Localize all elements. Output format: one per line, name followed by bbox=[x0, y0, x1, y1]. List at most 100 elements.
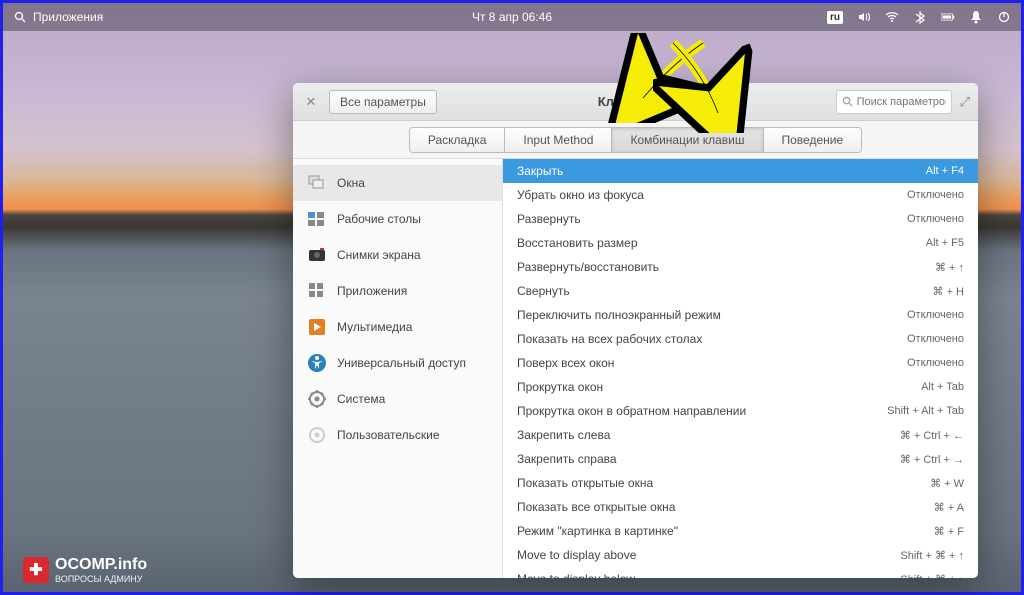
shortcut-key: Alt + F4 bbox=[926, 165, 964, 177]
category-sidebar: Окна Рабочие столы Снимки экрана Приложения… bbox=[293, 159, 503, 578]
shortcut-key: Shift + ⌘ + ↓ bbox=[900, 573, 964, 579]
shortcut-row[interactable]: Показать все открытые окна ⌘ + A bbox=[503, 495, 978, 519]
shortcut-label: Закрепить справа bbox=[517, 452, 617, 466]
shortcut-row[interactable]: Закрепить слева⌘ + Ctrl + ← bbox=[503, 423, 978, 447]
shortcut-label: Move to display below bbox=[517, 572, 635, 578]
shortcut-row[interactable]: Переключить полноэкранный режим Отключено bbox=[503, 303, 978, 327]
sidebar-item-label: Окна bbox=[337, 176, 365, 190]
shortcut-label: Прокрутка окон в обратном направлении bbox=[517, 404, 746, 418]
shortcut-key: Отключено bbox=[907, 213, 964, 225]
volume-icon[interactable] bbox=[857, 10, 871, 24]
shortcut-key: Отключено bbox=[907, 333, 964, 345]
shortcut-label: Режим "картинка в картинке" bbox=[517, 524, 678, 538]
shortcut-row[interactable]: Режим "картинка в картинке" ⌘ + F bbox=[503, 519, 978, 543]
shortcut-label: Показать все открытые окна bbox=[517, 500, 675, 514]
sidebar-item-label: Универсальный доступ bbox=[337, 356, 466, 370]
bluetooth-icon[interactable] bbox=[913, 10, 927, 24]
sidebar-item-label: Мультимедиа bbox=[337, 320, 412, 334]
watermark-icon: ✚ bbox=[23, 557, 49, 583]
shortcut-key: Alt + F5 bbox=[926, 237, 964, 249]
sidebar-item-label: Пользовательские bbox=[337, 428, 440, 442]
sidebar-item-label: Рабочие столы bbox=[337, 212, 421, 226]
sidebar-item-accessibility[interactable]: Универсальный доступ bbox=[293, 345, 502, 381]
shortcut-label: Закрыть bbox=[517, 164, 563, 178]
shortcut-label: Убрать окно из фокуса bbox=[517, 188, 644, 202]
shortcut-row[interactable]: Развернуть/восстановить⌘ + ↑ bbox=[503, 255, 978, 279]
close-button[interactable]: ✕ bbox=[301, 92, 321, 112]
custom-icon bbox=[307, 425, 327, 445]
tab-2[interactable]: Комбинации клавиш bbox=[612, 128, 763, 152]
sidebar-item-label: Приложения bbox=[337, 284, 407, 298]
notifications-icon[interactable] bbox=[969, 10, 983, 24]
shortcut-label: Свернуть bbox=[517, 284, 570, 298]
shortcut-row[interactable]: Показать на всех рабочих столах Отключено bbox=[503, 327, 978, 351]
top-panel: Приложения Чт 8 апр 06:46 ru bbox=[3, 3, 1021, 31]
shortcut-key: ⌘ + A bbox=[934, 501, 964, 514]
shortcut-key: ⌘ + H bbox=[933, 285, 964, 298]
shortcut-label: Развернуть/восстановить bbox=[517, 260, 659, 274]
watermark: ✚ OCOMP.info ВОПРОСЫ АДМИНУ bbox=[23, 556, 147, 584]
shortcut-label: Прокрутка окон bbox=[517, 380, 603, 394]
window-body: Окна Рабочие столы Снимки экрана Приложения… bbox=[293, 159, 978, 578]
shortcut-key: Shift + ⌘ + ↑ bbox=[900, 549, 964, 562]
shortcuts-list: Закрыть Alt + F4 Убрать окно из фокуса Откл… bbox=[503, 159, 978, 578]
desktop-background: Приложения Чт 8 апр 06:46 ru ✕ Все парам… bbox=[3, 3, 1021, 592]
shortcut-label: Восстановить размер bbox=[517, 236, 638, 250]
sidebar-item-workspaces[interactable]: Рабочие столы bbox=[293, 201, 502, 237]
shortcut-row[interactable]: Поверх всех окон Отключено bbox=[503, 351, 978, 375]
shortcut-label: Переключить полноэкранный режим bbox=[517, 308, 721, 322]
workspaces-icon bbox=[307, 209, 327, 229]
shortcut-row[interactable]: Закрепить справа⌘ + Ctrl + → bbox=[503, 447, 978, 471]
shortcut-label: Move to display above bbox=[517, 548, 636, 562]
tab-bar: РаскладкаInput MethodКомбинации клавишПо… bbox=[293, 121, 978, 159]
system-icon bbox=[307, 389, 327, 409]
sidebar-item-windows[interactable]: Окна bbox=[293, 165, 502, 201]
applications-label[interactable]: Приложения bbox=[33, 10, 103, 24]
search-field[interactable] bbox=[836, 90, 952, 114]
search-input[interactable] bbox=[857, 96, 946, 108]
shortcut-key: Отключено bbox=[907, 309, 964, 321]
sidebar-item-screenshots[interactable]: Снимки экрана bbox=[293, 237, 502, 273]
accessibility-icon bbox=[307, 353, 327, 373]
shortcut-row[interactable]: Прокрутка окон в обратном направлении Shi… bbox=[503, 399, 978, 423]
settings-window: ✕ Все параметры Клавиатура ⤢ РаскладкаIn… bbox=[293, 83, 978, 578]
wifi-icon[interactable] bbox=[885, 10, 899, 24]
battery-icon[interactable] bbox=[941, 10, 955, 24]
shortcut-row[interactable]: Развернуть Отключено bbox=[503, 207, 978, 231]
screenshots-icon bbox=[307, 245, 327, 265]
shortcut-row[interactable]: Убрать окно из фокуса Отключено bbox=[503, 183, 978, 207]
shortcut-label: Поверх всех окон bbox=[517, 356, 614, 370]
shortcut-key: ⌘ + F bbox=[934, 525, 964, 538]
tab-0[interactable]: Раскладка bbox=[410, 128, 506, 152]
sidebar-item-media[interactable]: Мультимедиа bbox=[293, 309, 502, 345]
windows-icon bbox=[307, 173, 327, 193]
shortcut-row[interactable]: Показать открытые окна⌘ + W bbox=[503, 471, 978, 495]
shortcut-row[interactable]: Прокрутка окон Alt + Tab bbox=[503, 375, 978, 399]
shortcut-label: Развернуть bbox=[517, 212, 581, 226]
power-icon[interactable] bbox=[997, 10, 1011, 24]
shortcut-row[interactable]: Move to display above Shift + ⌘ + ↑ bbox=[503, 543, 978, 567]
maximize-button[interactable]: ⤢ bbox=[960, 94, 970, 110]
datetime[interactable]: Чт 8 апр 06:46 bbox=[472, 10, 552, 24]
sidebar-item-label: Снимки экрана bbox=[337, 248, 421, 262]
sidebar-item-apps[interactable]: Приложения bbox=[293, 273, 502, 309]
shortcut-row[interactable]: Move to display below Shift + ⌘ + ↓ bbox=[503, 567, 978, 578]
topbar-left[interactable]: Приложения bbox=[13, 10, 103, 24]
tab-3[interactable]: Поведение bbox=[764, 128, 862, 152]
shortcut-key: ⌘ + Ctrl + ← bbox=[900, 429, 964, 442]
shortcut-row[interactable]: Восстановить размер Alt + F5 bbox=[503, 231, 978, 255]
sidebar-item-system[interactable]: Система bbox=[293, 381, 502, 417]
shortcut-key: Shift + Alt + Tab bbox=[887, 405, 964, 417]
shortcut-key: Alt + Tab bbox=[921, 381, 964, 393]
titlebar: ✕ Все параметры Клавиатура ⤢ bbox=[293, 83, 978, 121]
shortcut-key: Отключено bbox=[907, 357, 964, 369]
keyboard-layout-indicator[interactable]: ru bbox=[827, 11, 843, 24]
sidebar-item-custom[interactable]: Пользовательские bbox=[293, 417, 502, 453]
tab-1[interactable]: Input Method bbox=[505, 128, 612, 152]
shortcut-label: Показать на всех рабочих столах bbox=[517, 332, 702, 346]
shortcut-row[interactable]: Закрыть Alt + F4 bbox=[503, 159, 978, 183]
watermark-text: OCOMP.info bbox=[55, 556, 147, 574]
shortcut-row[interactable]: Свернуть ⌘ + H bbox=[503, 279, 978, 303]
shortcut-key: Отключено bbox=[907, 189, 964, 201]
all-settings-button[interactable]: Все параметры bbox=[329, 90, 437, 114]
